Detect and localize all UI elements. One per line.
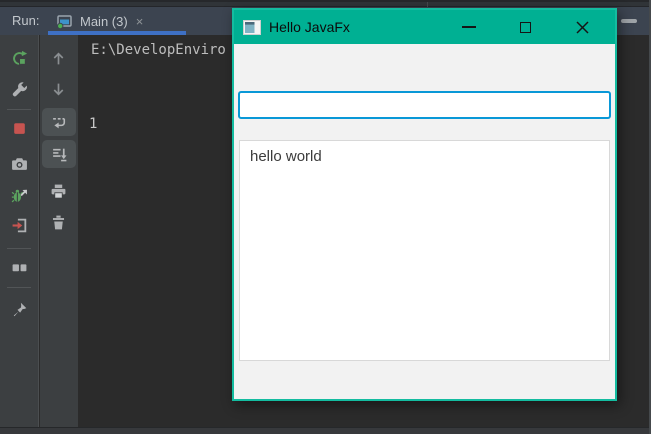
restart-debug-icon: [11, 189, 27, 202]
javafx-text-area[interactable]: hello world: [239, 140, 610, 361]
toolbar-separator: [7, 109, 31, 110]
ide-run-tool-window: Run: Main (3) × E:\DevelopEnviro 1 Hello…: [0, 0, 651, 434]
javafx-window: Hello JavaFx hello world: [232, 8, 617, 401]
close-icon: [576, 20, 589, 34]
window-controls: [440, 10, 611, 44]
wrench-icon: [12, 81, 27, 96]
console-controls-toolbar: [40, 35, 78, 427]
tab-label: Main (3): [80, 13, 128, 29]
console-command-line: E:\DevelopEnviro: [91, 42, 226, 58]
exit-icon: [12, 218, 26, 232]
scroll-to-end-icon: [52, 148, 67, 161]
print-button[interactable]: [47, 180, 69, 202]
app-icon: [243, 19, 261, 35]
exit-button[interactable]: [8, 214, 30, 236]
camera-icon: [11, 157, 27, 170]
run-label: Run:: [12, 13, 40, 28]
minimize-icon: [461, 26, 476, 28]
trash-icon: [52, 215, 64, 229]
javafx-window-title: Hello JavaFx: [269, 19, 350, 35]
attach-debugger-button[interactable]: [8, 184, 30, 206]
up-arrow-icon: [53, 52, 63, 64]
down-arrow-icon: [53, 83, 63, 95]
restore-layout-button[interactable]: [8, 256, 30, 278]
soft-wrap-icon: [52, 117, 65, 128]
edit-configuration-button[interactable]: [8, 78, 30, 100]
printer-icon: [51, 184, 65, 199]
dump-threads-button[interactable]: [8, 152, 30, 174]
javafx-titlebar[interactable]: Hello JavaFx: [234, 10, 615, 44]
maximize-icon: [520, 21, 531, 33]
pin-icon: [13, 302, 26, 316]
scroll-to-end-toggle[interactable]: [42, 140, 76, 168]
prev-occurrence-button[interactable]: [47, 47, 69, 69]
stop-button[interactable]: [8, 117, 30, 139]
pin-tab-button[interactable]: [8, 298, 30, 320]
ide-bottom-strip: [0, 427, 651, 434]
maximize-button[interactable]: [497, 10, 554, 44]
clear-console-button[interactable]: [47, 211, 69, 233]
hide-toolwindow-icon[interactable]: [621, 19, 637, 23]
toolbar-separator: [7, 287, 31, 288]
tab-close-icon[interactable]: ×: [136, 15, 144, 28]
console-output-line: 1: [89, 116, 98, 132]
rerun-icon: [12, 50, 27, 65]
ide-top-strip: [0, 0, 651, 9]
close-button[interactable]: [554, 10, 611, 44]
javafx-text-field[interactable]: [238, 91, 611, 119]
rerun-button[interactable]: [8, 47, 30, 69]
next-occurrence-button[interactable]: [47, 78, 69, 100]
stop-icon: [13, 122, 25, 134]
layout-icon: [12, 263, 26, 271]
minimize-button[interactable]: [440, 10, 497, 44]
toolbar-separator: [7, 248, 31, 249]
soft-wrap-toggle[interactable]: [42, 108, 76, 136]
run-console-icon: [56, 14, 72, 29]
run-controls-toolbar: [0, 35, 39, 427]
